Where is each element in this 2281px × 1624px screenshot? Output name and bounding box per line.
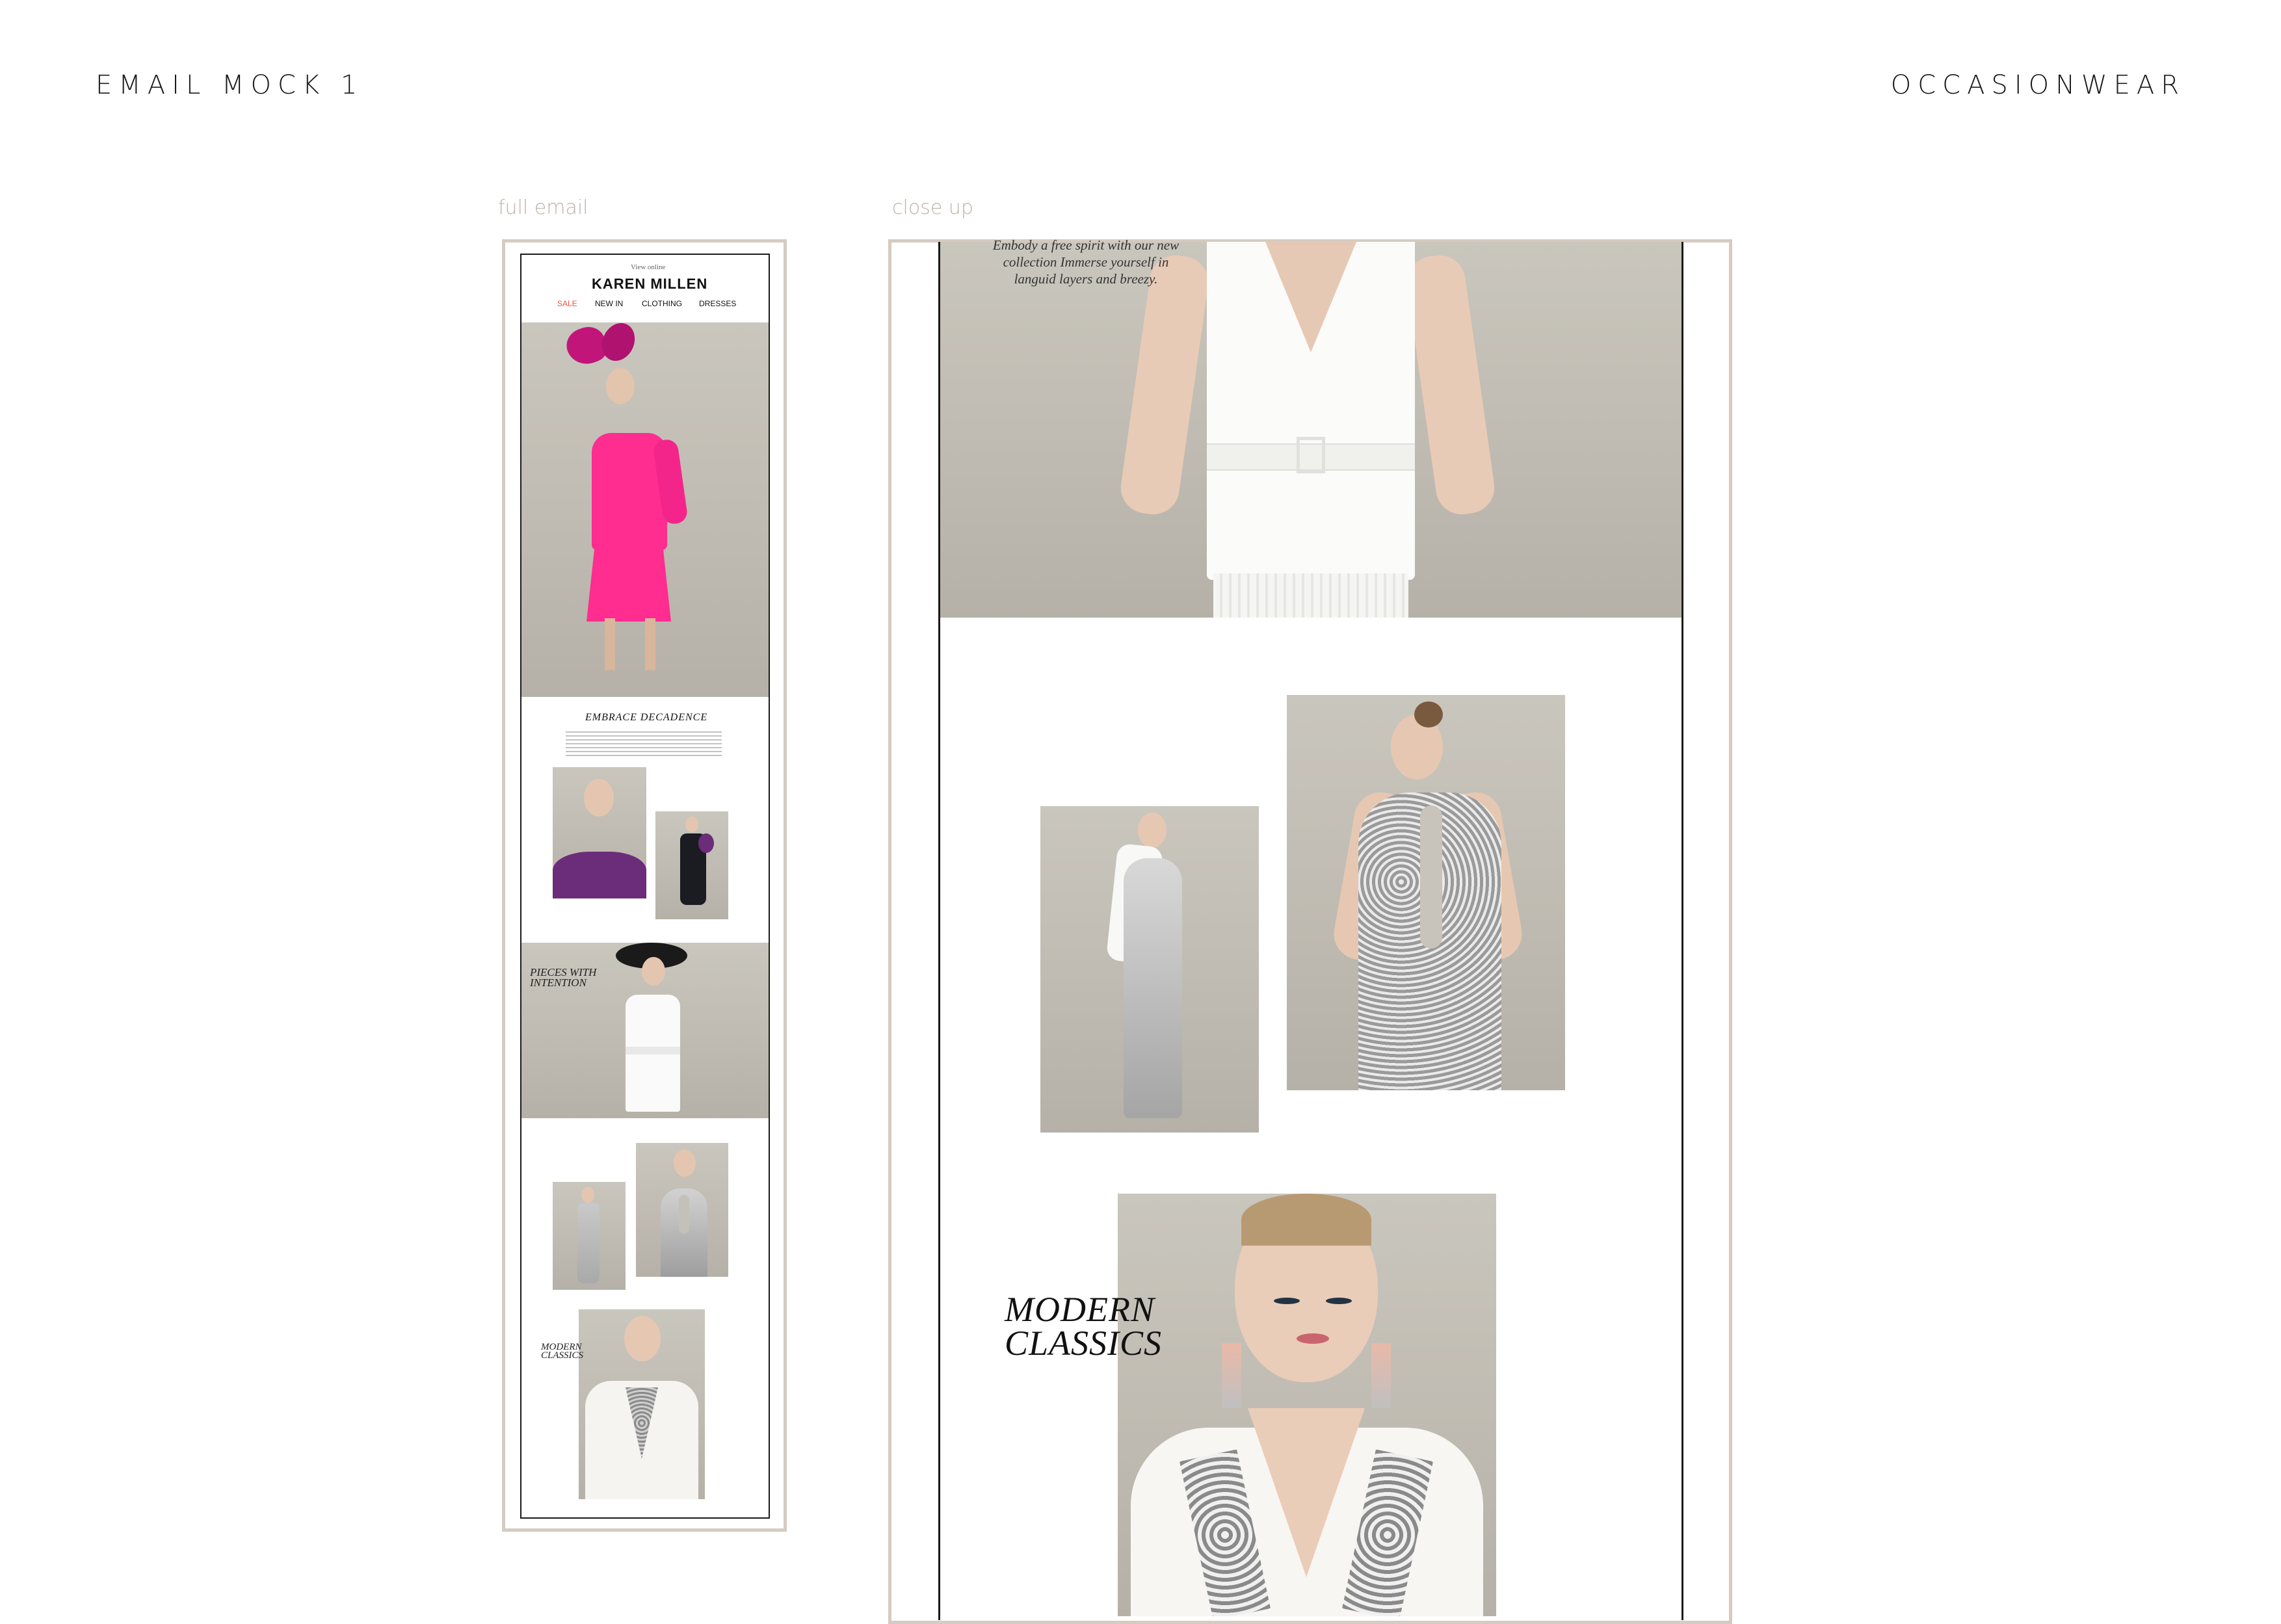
email-hero-image[interactable] [521, 322, 769, 697]
closeup-modern-classics-title: MODERN CLASSICS [1005, 1290, 1163, 1363]
email-purple-portrait[interactable] [553, 767, 646, 898]
caption-close-up: close up [892, 196, 973, 219]
email-sequin-dress-image[interactable] [553, 1182, 626, 1290]
email-section3-title: MODERN CLASSICS [541, 1342, 584, 1361]
email-nav-dresses[interactable]: DRESSES [699, 299, 736, 308]
closeup-intro-text: Embody a free spirit with our new collec… [992, 237, 1180, 287]
email-black-dress-image[interactable] [655, 811, 728, 919]
page-title-right: OCCASIONWEAR [1890, 70, 2185, 100]
email-brand-logo[interactable]: KAREN MILLEN [592, 276, 707, 293]
closeup-modern-classics-image[interactable] [1118, 1194, 1496, 1616]
email-nav-sale[interactable]: SALE [557, 299, 577, 308]
email-section1-body [566, 731, 722, 757]
closeup-sequin-back-image[interactable] [1287, 695, 1565, 1090]
closeup-white-vest-image[interactable] [940, 242, 1681, 618]
email-section2-title: PIECES WITH INTENTION [530, 966, 597, 989]
email-section1-title: EMBRACE DECADENCE [585, 712, 708, 723]
email-nav-new-in[interactable]: NEW IN [595, 299, 623, 308]
email-preheader[interactable]: View online [631, 263, 665, 271]
caption-full-email: full email [498, 196, 588, 219]
page-title-left: EMAIL MOCK 1 [96, 70, 364, 100]
closeup-sequin-dress-image[interactable] [1040, 806, 1259, 1133]
email-nav-clothing[interactable]: CLOTHING [642, 299, 682, 308]
email-modern-classics-image[interactable] [579, 1309, 705, 1499]
email-sequin-back-image[interactable] [636, 1143, 728, 1277]
